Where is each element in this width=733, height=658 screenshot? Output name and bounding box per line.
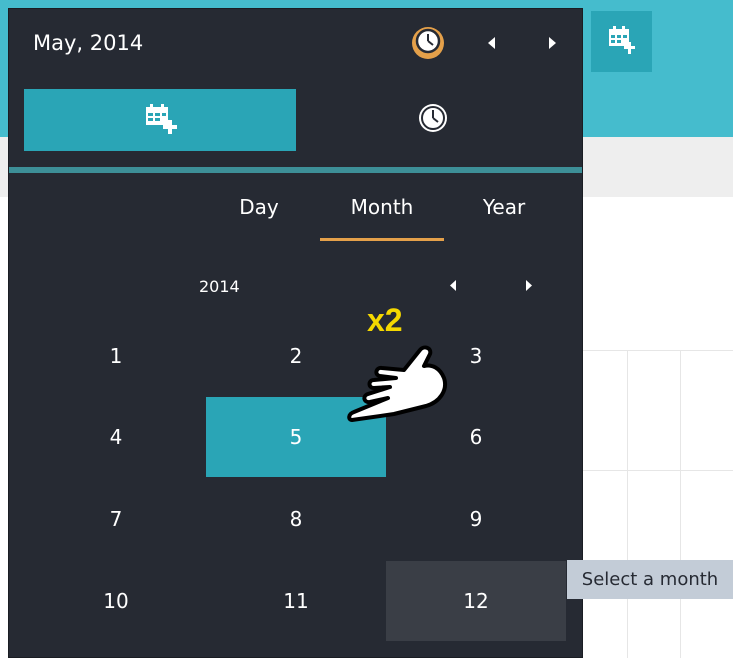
month-cell-4[interactable]: 4 bbox=[26, 397, 206, 477]
triangle-right-icon bbox=[547, 34, 557, 53]
double-click-annotation: x2 bbox=[367, 302, 403, 338]
clock-icon bbox=[415, 28, 441, 58]
active-tab-indicator bbox=[320, 238, 444, 241]
tab-day[interactable]: Day bbox=[224, 195, 294, 219]
prev-month-button[interactable] bbox=[482, 33, 502, 53]
month-cell-11[interactable]: 11 bbox=[206, 561, 386, 641]
grid-line bbox=[583, 350, 733, 351]
prev-year-button[interactable] bbox=[445, 277, 461, 293]
next-month-button[interactable] bbox=[542, 33, 562, 53]
clock-icon bbox=[417, 102, 449, 138]
grid-line bbox=[583, 470, 733, 471]
next-year-button[interactable] bbox=[521, 277, 537, 293]
triangle-left-icon bbox=[487, 34, 497, 53]
month-cell-1[interactable]: 1 bbox=[26, 316, 206, 396]
tooltip: Select a month bbox=[567, 560, 733, 599]
tab-month[interactable]: Month bbox=[332, 195, 432, 219]
triangle-right-icon bbox=[525, 276, 533, 295]
year-label: 2014 bbox=[199, 277, 240, 296]
month-cell-8[interactable]: 8 bbox=[206, 479, 386, 559]
calendar-plus-icon bbox=[142, 100, 178, 140]
add-event-button[interactable] bbox=[591, 11, 652, 72]
date-picker-popup: May, 2014 Day Month Year 2014 1 2 3 4 5 … bbox=[8, 8, 583, 658]
triangle-left-icon bbox=[449, 276, 457, 295]
selected-date-label: May, 2014 bbox=[33, 31, 144, 55]
grid-line bbox=[627, 350, 628, 658]
tab-year[interactable]: Year bbox=[469, 195, 539, 219]
tab-calendar[interactable] bbox=[24, 89, 296, 151]
month-cell-10[interactable]: 10 bbox=[26, 561, 206, 641]
grid-line bbox=[680, 350, 681, 658]
calendar-plus-icon bbox=[605, 23, 639, 61]
month-cell-9[interactable]: 9 bbox=[386, 479, 566, 559]
month-cell-12[interactable]: 12 bbox=[386, 561, 566, 641]
month-cell-7[interactable]: 7 bbox=[26, 479, 206, 559]
header-divider bbox=[9, 167, 582, 173]
time-toggle-button[interactable] bbox=[412, 27, 444, 59]
pointing-hand-icon bbox=[340, 340, 460, 440]
tab-time[interactable] bbox=[297, 89, 569, 151]
